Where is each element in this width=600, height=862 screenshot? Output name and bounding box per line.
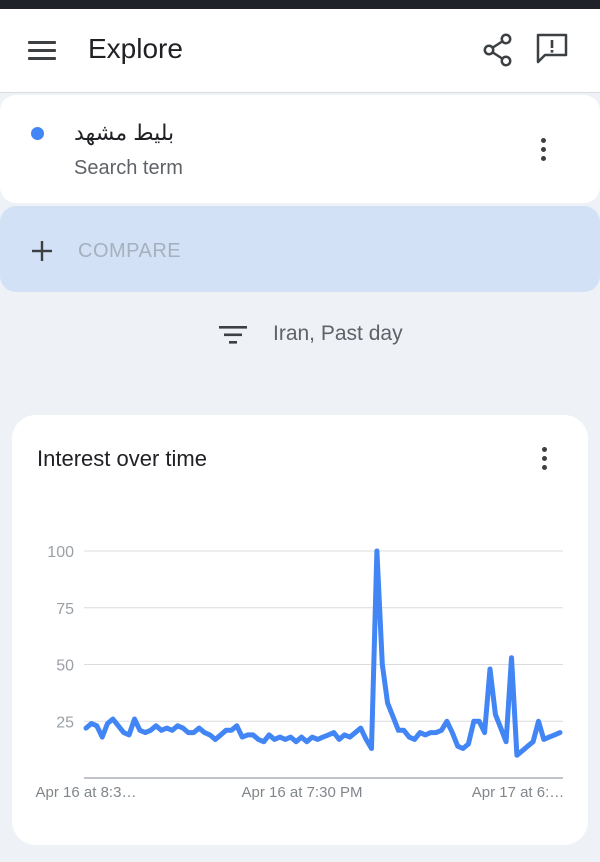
interest-chart: 100 75 50 25 Apr 16 at 8:3… Apr 16 at 7:30 PM… [36,544,565,801]
y-tick-label: 50 [56,658,74,675]
y-tick-label: 75 [56,601,74,618]
x-tick-label: Apr 16 at 8:3… [36,784,137,801]
x-tick-label: Apr 16 at 7:30 PM [242,784,363,801]
y-tick-label: 25 [56,714,74,731]
series-line [83,548,563,758]
y-tick-label: 100 [47,544,74,561]
x-tick-label: Apr 17 at 6:… [472,784,565,801]
